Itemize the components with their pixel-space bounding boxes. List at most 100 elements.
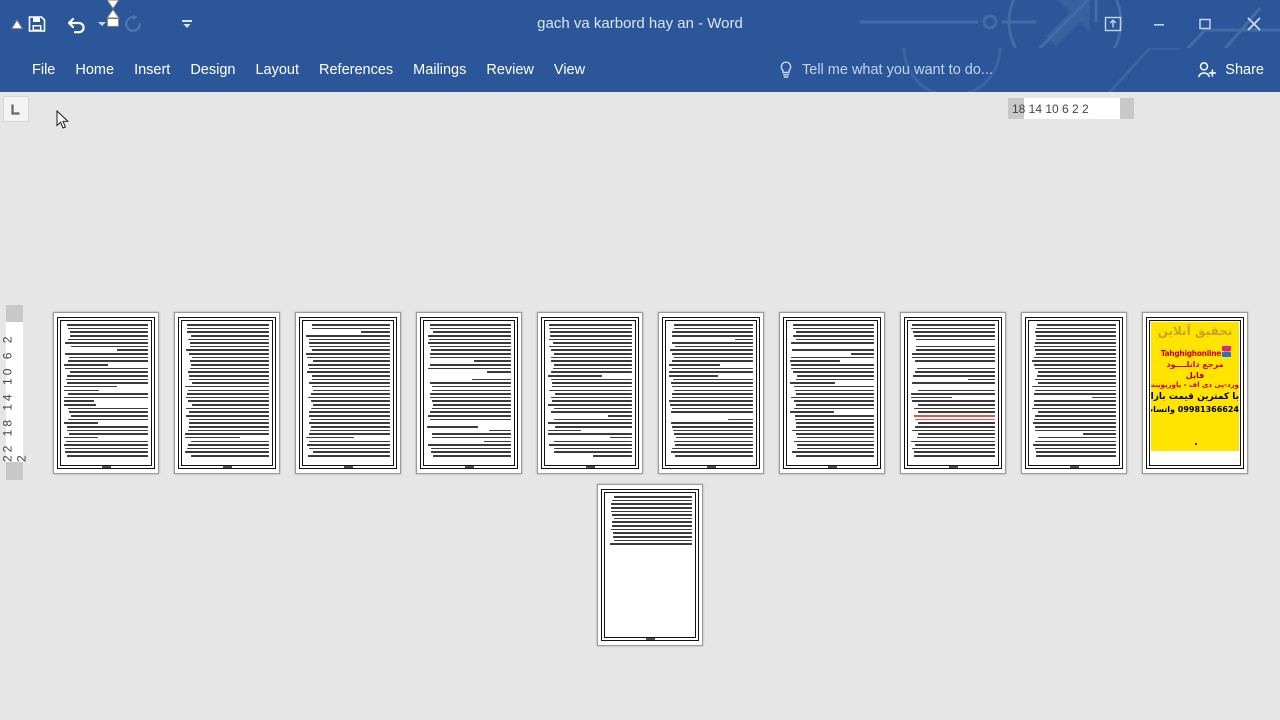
tab-view[interactable]: View	[544, 48, 595, 92]
page-text-body	[306, 324, 390, 457]
text-line	[612, 521, 692, 524]
text-line	[669, 400, 753, 403]
close-glyph	[1247, 17, 1261, 31]
page-thumbnail[interactable]	[597, 484, 703, 646]
text-line	[432, 389, 511, 392]
text-line	[548, 389, 632, 392]
page-thumbnail-advert[interactable]: تحقیق آنلاین Tahghighonline.ir مرجع دانلــ…	[1142, 312, 1248, 474]
minimize-icon[interactable]	[1136, 7, 1182, 41]
text-line	[1037, 374, 1116, 377]
text-line	[68, 338, 148, 341]
text-line	[917, 433, 995, 435]
text-line	[550, 378, 632, 381]
undo-icon[interactable]	[60, 7, 94, 41]
restore-glyph	[1199, 18, 1211, 30]
page-thumbnail[interactable]	[53, 312, 159, 474]
text-line	[734, 338, 753, 341]
page-thumbnail[interactable]	[416, 312, 522, 474]
text-line	[548, 338, 632, 341]
horizontal-ruler[interactable]: 18 14 10 6 2 2	[1008, 98, 1134, 119]
tab-insert[interactable]: Insert	[124, 48, 180, 92]
tab-layout[interactable]: Layout	[245, 48, 309, 92]
text-line	[1032, 407, 1116, 410]
tab-home[interactable]: Home	[65, 48, 124, 92]
text-line	[66, 382, 148, 384]
tell-me-search[interactable]: Tell me what you want to do...	[778, 48, 993, 92]
text-line	[64, 400, 95, 403]
text-line	[427, 444, 511, 446]
text-line	[67, 374, 148, 377]
text-line	[917, 422, 995, 424]
text-line	[607, 415, 632, 417]
page-text-body	[1032, 324, 1116, 457]
minimize-glyph	[1154, 24, 1164, 26]
page-number	[1022, 466, 1126, 468]
tab-file[interactable]: File	[22, 48, 65, 92]
page-thumbnail[interactable]	[1021, 312, 1127, 474]
text-line	[548, 324, 632, 326]
text-line	[548, 433, 632, 435]
tab-design[interactable]: Design	[180, 48, 245, 92]
text-line	[68, 360, 148, 362]
text-line	[916, 436, 995, 439]
text-line	[915, 360, 995, 362]
text-line	[613, 539, 692, 542]
tab-selector-button[interactable]	[3, 96, 29, 122]
page-thumbnail[interactable]	[900, 312, 1006, 474]
text-line	[592, 455, 632, 457]
text-line	[794, 400, 874, 403]
text-line	[911, 396, 953, 399]
text-line	[312, 451, 390, 454]
tab-mailings[interactable]: Mailings	[403, 48, 476, 92]
text-line	[69, 371, 148, 373]
save-icon[interactable]	[20, 7, 54, 41]
text-line	[1037, 436, 1116, 439]
page-text-body	[911, 324, 995, 457]
text-line	[609, 543, 692, 545]
text-line	[795, 433, 874, 435]
text-line	[427, 375, 511, 377]
text-line	[914, 334, 995, 337]
redo-icon[interactable]	[116, 7, 150, 41]
text-line	[911, 429, 995, 432]
tab-references[interactable]: References	[309, 48, 403, 92]
share-button[interactable]: Share	[1182, 48, 1280, 92]
text-line	[549, 331, 632, 333]
page-thumbnail[interactable]	[174, 312, 280, 474]
page-thumbnail[interactable]	[658, 312, 764, 474]
close-icon[interactable]	[1228, 7, 1280, 41]
text-line	[432, 331, 511, 333]
page-thumbnail[interactable]	[295, 312, 401, 474]
text-line	[792, 327, 874, 330]
page-number	[417, 466, 521, 468]
text-line	[1037, 371, 1116, 373]
redo-glyph	[125, 14, 141, 32]
page-row-one: تحقیق آنلاین Tahghighonline.ir مرجع دانلــ…	[53, 312, 1248, 474]
customize-quick-access-icon[interactable]	[174, 7, 200, 41]
text-line	[796, 444, 874, 446]
text-line	[308, 433, 390, 435]
undo-dropdown-icon[interactable]	[94, 7, 110, 41]
text-line	[189, 378, 269, 381]
text-line	[427, 342, 511, 344]
restore-icon[interactable]	[1182, 7, 1228, 41]
text-line	[1032, 422, 1116, 424]
text-line	[306, 356, 390, 359]
page-number	[659, 466, 763, 468]
text-line	[190, 364, 269, 366]
text-line	[911, 393, 995, 395]
text-line	[612, 499, 692, 502]
text-line	[548, 374, 602, 377]
text-line	[64, 436, 98, 439]
mouse-cursor	[56, 110, 70, 129]
page-thumbnail[interactable]	[779, 312, 885, 474]
text-line	[64, 422, 98, 424]
text-line	[795, 455, 874, 457]
text-line	[613, 496, 692, 498]
page-thumbnail[interactable]	[537, 312, 643, 474]
text-line	[432, 455, 511, 457]
text-line	[673, 378, 753, 381]
ribbon-display-options-icon[interactable]	[1090, 7, 1136, 41]
tab-review[interactable]: Review	[476, 48, 544, 92]
text-line	[64, 389, 100, 392]
